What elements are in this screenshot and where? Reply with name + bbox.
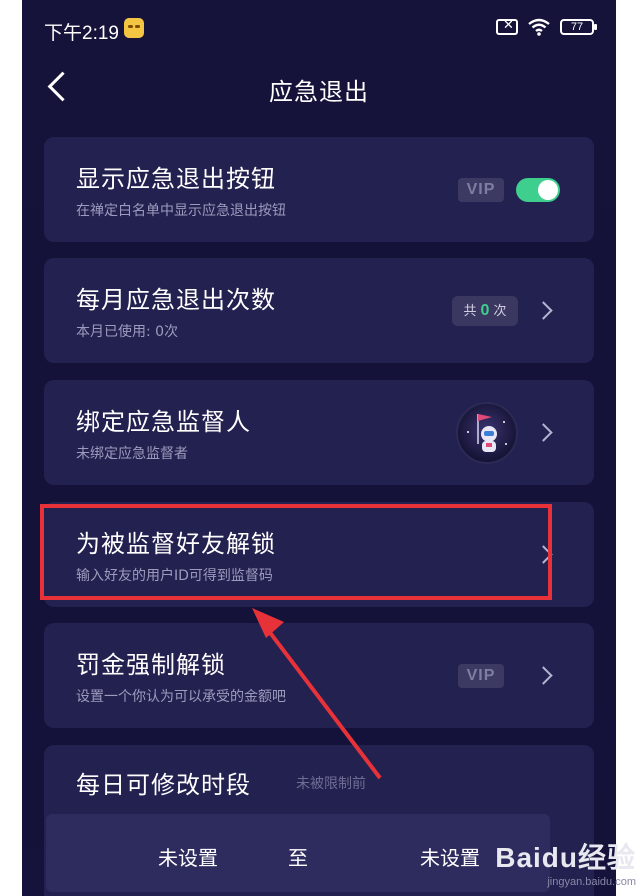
watermark: Baidu经验 jingyan.baidu.com xyxy=(495,836,636,888)
annotation-arrow xyxy=(252,608,382,780)
watermark-url: jingyan.baidu.com xyxy=(547,876,636,888)
watermark-brand: Baidu经验 xyxy=(495,842,636,873)
